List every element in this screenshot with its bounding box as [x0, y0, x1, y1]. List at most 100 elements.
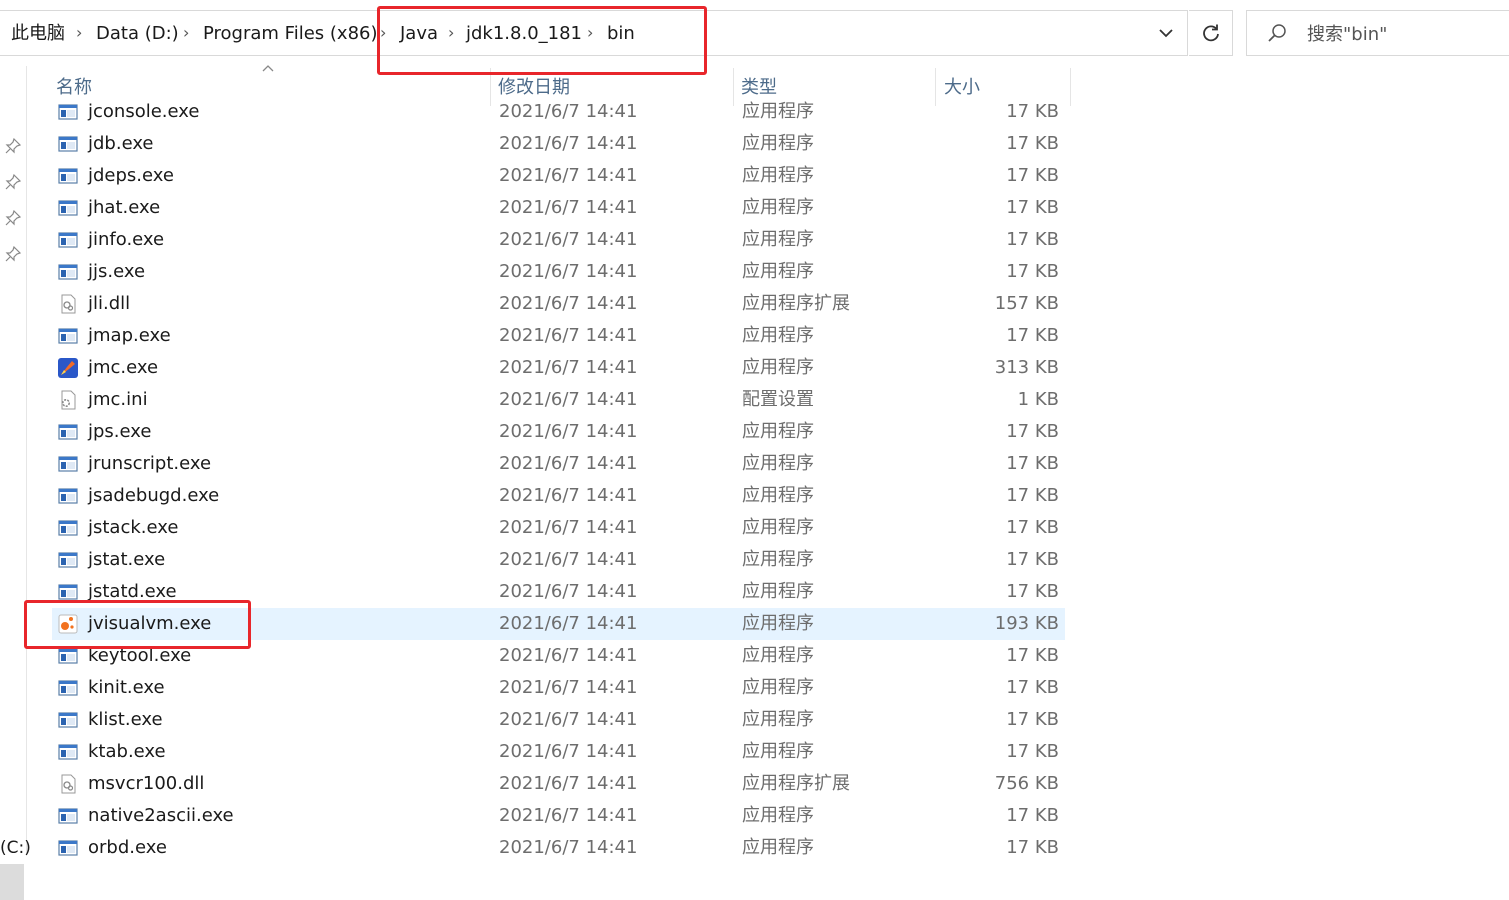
- dll-icon: [58, 294, 78, 314]
- file-type: 应用程序: [742, 101, 814, 122]
- file-size: 17 KB: [1006, 709, 1059, 730]
- file-size: 17 KB: [1006, 677, 1059, 698]
- file-date: 2021/6/7 14:41: [499, 325, 638, 346]
- app-icon: [58, 454, 78, 474]
- file-size: 17 KB: [1006, 261, 1059, 282]
- file-type: 应用程序扩展: [742, 773, 850, 794]
- file-type: 配置设置: [742, 389, 814, 410]
- file-date: 2021/6/7 14:41: [499, 421, 638, 442]
- file-name: jhat.exe: [88, 197, 161, 218]
- file-size: 17 KB: [1006, 165, 1059, 186]
- app-icon: [58, 198, 78, 218]
- file-row[interactable]: jstack.exe 2021/6/7 14:41 应用程序 17 KB: [52, 512, 1065, 544]
- file-row[interactable]: ktab.exe 2021/6/7 14:41 应用程序 17 KB: [52, 736, 1065, 768]
- file-size: 17 KB: [1006, 133, 1059, 154]
- file-row[interactable]: jdb.exe 2021/6/7 14:41 应用程序 17 KB: [52, 128, 1065, 160]
- app-icon: [58, 166, 78, 186]
- app-icon: [58, 134, 78, 154]
- file-type: 应用程序: [742, 229, 814, 250]
- ini-icon: [58, 390, 78, 410]
- file-row[interactable]: jmap.exe 2021/6/7 14:41 应用程序 17 KB: [52, 320, 1065, 352]
- file-type: 应用程序: [742, 645, 814, 666]
- file-row[interactable]: klist.exe 2021/6/7 14:41 应用程序 17 KB: [52, 704, 1065, 736]
- file-size: 17 KB: [1006, 421, 1059, 442]
- nav-scrollbar[interactable]: [0, 864, 24, 900]
- file-row[interactable]: jsadebugd.exe 2021/6/7 14:41 应用程序 17 KB: [52, 480, 1065, 512]
- file-size: 756 KB: [994, 773, 1059, 794]
- app-icon: [58, 102, 78, 122]
- file-row[interactable]: jli.dll 2021/6/7 14:41 应用程序扩展 157 KB: [52, 288, 1065, 320]
- file-row[interactable]: jinfo.exe 2021/6/7 14:41 应用程序 17 KB: [52, 224, 1065, 256]
- file-type: 应用程序扩展: [742, 293, 850, 314]
- file-row[interactable]: native2ascii.exe 2021/6/7 14:41 应用程序 17 KB: [52, 800, 1065, 832]
- dll-icon: [58, 774, 78, 794]
- file-type: 应用程序: [742, 197, 814, 218]
- file-type: 应用程序: [742, 549, 814, 570]
- file-name: jmc.ini: [88, 389, 148, 410]
- file-type: 应用程序: [742, 453, 814, 474]
- file-list: jconsole.exe 2021/6/7 14:41 应用程序 17 KB jdb.e…: [0, 0, 1509, 858]
- file-name: jli.dll: [88, 293, 131, 314]
- file-row[interactable]: jrunscript.exe 2021/6/7 14:41 应用程序 17 KB: [52, 448, 1065, 480]
- file-name: orbd.exe: [88, 837, 167, 858]
- app-icon: [58, 678, 78, 698]
- file-type: 应用程序: [742, 837, 814, 858]
- file-size: 17 KB: [1006, 485, 1059, 506]
- app-icon: [58, 710, 78, 730]
- file-date: 2021/6/7 14:41: [499, 101, 638, 122]
- file-size: 17 KB: [1006, 101, 1059, 122]
- file-date: 2021/6/7 14:41: [499, 389, 638, 410]
- app-icon: [58, 518, 78, 538]
- file-type: 应用程序: [742, 357, 814, 378]
- file-date: 2021/6/7 14:41: [499, 165, 638, 186]
- file-size: 17 KB: [1006, 197, 1059, 218]
- jmc-icon: [58, 358, 78, 378]
- file-type: 应用程序: [742, 165, 814, 186]
- file-name: jconsole.exe: [88, 101, 200, 122]
- file-size: 17 KB: [1006, 645, 1059, 666]
- file-size: 17 KB: [1006, 805, 1059, 826]
- file-date: 2021/6/7 14:41: [499, 133, 638, 154]
- file-name: jinfo.exe: [88, 229, 165, 250]
- file-size: 17 KB: [1006, 517, 1059, 538]
- file-row[interactable]: jmc.exe 2021/6/7 14:41 应用程序 313 KB: [52, 352, 1065, 384]
- file-row[interactable]: msvcr100.dll 2021/6/7 14:41 应用程序扩展 756 KB: [52, 768, 1065, 800]
- file-row[interactable]: jmc.ini 2021/6/7 14:41 配置设置 1 KB: [52, 384, 1065, 416]
- file-type: 应用程序: [742, 677, 814, 698]
- app-icon: [58, 262, 78, 282]
- file-name: kinit.exe: [88, 677, 165, 698]
- app-icon: [58, 326, 78, 346]
- file-type: 应用程序: [742, 485, 814, 506]
- file-name: jstat.exe: [88, 549, 166, 570]
- file-size: 17 KB: [1006, 581, 1059, 602]
- file-name: jrunscript.exe: [88, 453, 212, 474]
- file-date: 2021/6/7 14:41: [499, 805, 638, 826]
- file-row[interactable]: jdeps.exe 2021/6/7 14:41 应用程序 17 KB: [52, 160, 1065, 192]
- file-type: 应用程序: [742, 709, 814, 730]
- file-date: 2021/6/7 14:41: [499, 357, 638, 378]
- file-type: 应用程序: [742, 741, 814, 762]
- file-row[interactable]: jjs.exe 2021/6/7 14:41 应用程序 17 KB: [52, 256, 1065, 288]
- file-row[interactable]: jconsole.exe 2021/6/7 14:41 应用程序 17 KB: [52, 96, 1065, 128]
- file-name: jsadebugd.exe: [88, 485, 220, 506]
- file-row[interactable]: orbd.exe 2021/6/7 14:41 应用程序 17 KB: [52, 832, 1065, 864]
- file-size: 17 KB: [1006, 549, 1059, 570]
- file-date: 2021/6/7 14:41: [499, 453, 638, 474]
- file-row[interactable]: jstat.exe 2021/6/7 14:41 应用程序 17 KB: [52, 544, 1065, 576]
- file-date: 2021/6/7 14:41: [499, 197, 638, 218]
- file-size: 17 KB: [1006, 837, 1059, 858]
- file-row[interactable]: jps.exe 2021/6/7 14:41 应用程序 17 KB: [52, 416, 1065, 448]
- file-row[interactable]: jhat.exe 2021/6/7 14:41 应用程序 17 KB: [52, 192, 1065, 224]
- file-date: 2021/6/7 14:41: [499, 293, 638, 314]
- file-name: jjs.exe: [88, 261, 146, 282]
- file-name: jmap.exe: [88, 325, 171, 346]
- file-row[interactable]: kinit.exe 2021/6/7 14:41 应用程序 17 KB: [52, 672, 1065, 704]
- file-size: 193 KB: [994, 613, 1059, 634]
- file-name: jstack.exe: [88, 517, 179, 538]
- file-name: jps.exe: [88, 421, 152, 442]
- file-type: 应用程序: [742, 261, 814, 282]
- file-date: 2021/6/7 14:41: [499, 837, 638, 858]
- file-date: 2021/6/7 14:41: [499, 261, 638, 282]
- file-name: jmc.exe: [88, 357, 159, 378]
- file-size: 157 KB: [994, 293, 1059, 314]
